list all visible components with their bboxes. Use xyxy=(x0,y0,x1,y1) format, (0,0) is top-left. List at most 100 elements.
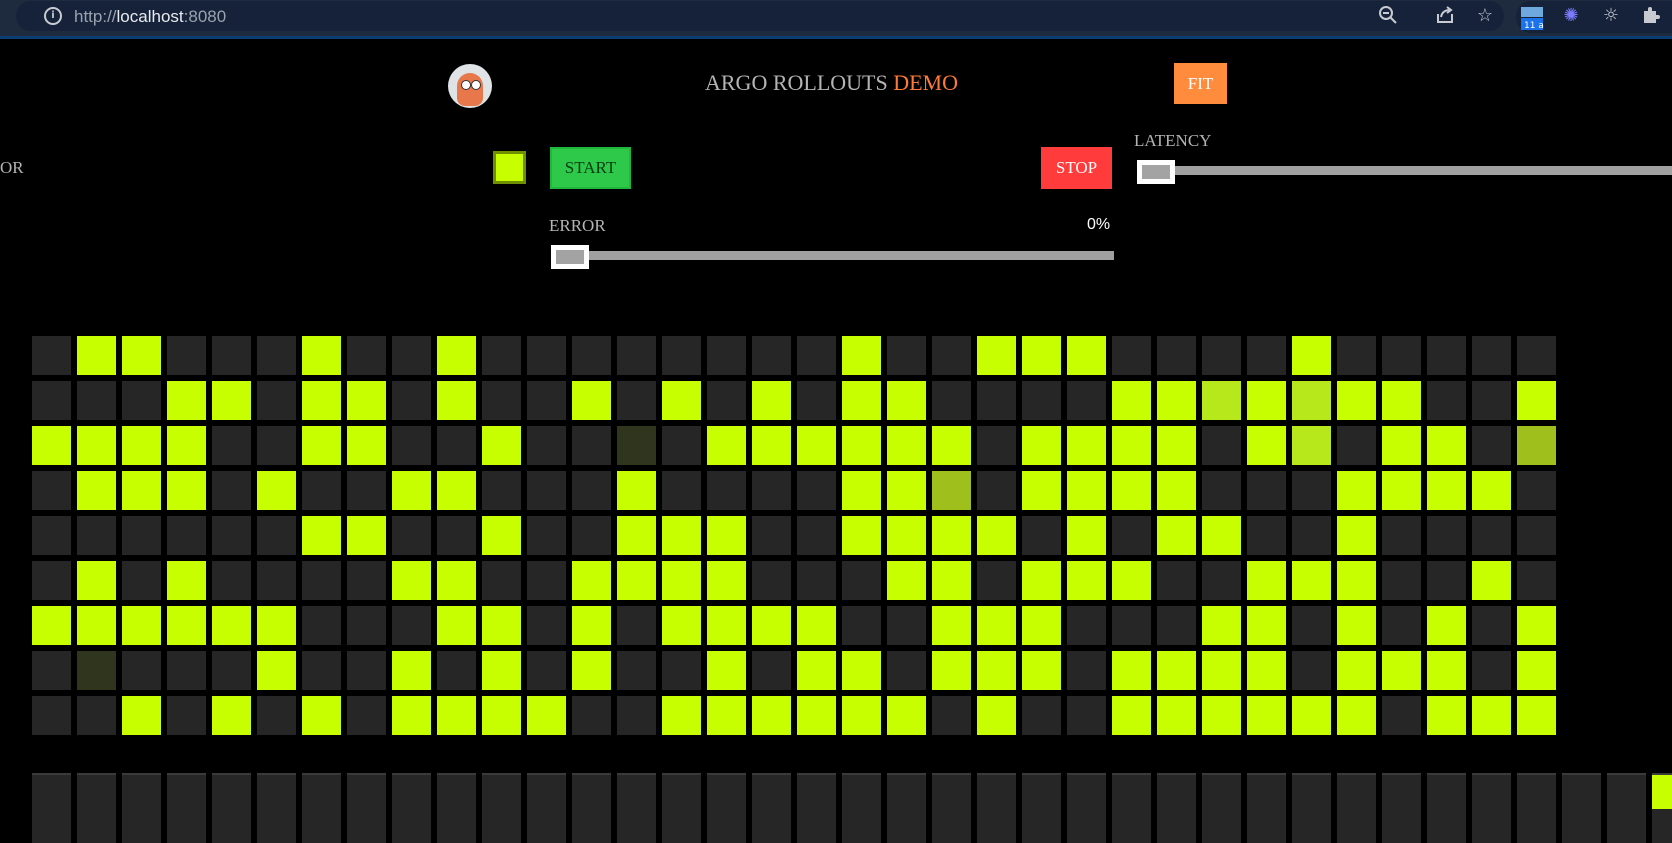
status-bar xyxy=(1292,773,1331,843)
pod-cell xyxy=(527,696,566,735)
pod-cell xyxy=(347,336,386,375)
error-slider-track[interactable] xyxy=(553,251,1114,260)
pod-cell xyxy=(1202,561,1241,600)
pod-cell xyxy=(617,516,656,555)
pod-cell xyxy=(167,696,206,735)
zoom-out-icon[interactable] xyxy=(1377,5,1399,27)
pod-cell xyxy=(932,516,971,555)
pod-cell xyxy=(1292,426,1331,465)
status-bar xyxy=(32,773,71,843)
pod-cell xyxy=(212,561,251,600)
pod-cell xyxy=(1517,471,1556,510)
pod-cell xyxy=(572,426,611,465)
puzzle-icon[interactable] xyxy=(1640,5,1662,27)
pod-cell xyxy=(797,696,836,735)
pod-cell xyxy=(1292,381,1331,420)
pod-cell xyxy=(1427,426,1466,465)
pod-cell xyxy=(437,381,476,420)
pod-cell xyxy=(1427,381,1466,420)
pod-cell xyxy=(1247,696,1286,735)
pod-cell xyxy=(77,471,116,510)
pod-cell xyxy=(1157,426,1196,465)
pod-cell xyxy=(1247,651,1286,690)
share-icon[interactable] xyxy=(1434,5,1456,27)
pod-cell xyxy=(1427,516,1466,555)
pod-cell xyxy=(212,651,251,690)
pod-cell xyxy=(32,381,71,420)
pod-cell xyxy=(797,561,836,600)
pod-cell xyxy=(1112,651,1151,690)
pod-cell xyxy=(887,336,926,375)
pod-cell xyxy=(302,606,341,645)
pod-cell xyxy=(77,426,116,465)
pod-cell xyxy=(932,651,971,690)
pod-cell xyxy=(1427,696,1466,735)
logo-eye xyxy=(461,80,471,90)
pod-cell xyxy=(662,426,701,465)
address-bar[interactable]: i http://localhost:8080 xyxy=(16,1,1504,31)
pod-cell xyxy=(1157,606,1196,645)
pod-cell xyxy=(482,696,521,735)
pod-cell xyxy=(1157,696,1196,735)
sparkle-extension-icon[interactable]: ✺ xyxy=(1560,5,1582,27)
pod-cell xyxy=(482,471,521,510)
pod-cell xyxy=(617,381,656,420)
pod-cell xyxy=(932,606,971,645)
star-icon[interactable]: ☆ xyxy=(1474,5,1496,27)
status-bar xyxy=(1607,773,1646,843)
pod-cell xyxy=(1022,606,1061,645)
pod-cell xyxy=(752,606,791,645)
pod-cell xyxy=(347,471,386,510)
status-bar xyxy=(1382,773,1421,843)
pod-cell xyxy=(977,471,1016,510)
error-slider-thumb[interactable] xyxy=(551,245,589,269)
pod-cell xyxy=(932,696,971,735)
start-button[interactable]: START xyxy=(550,147,631,189)
pod-cell xyxy=(527,561,566,600)
pod-cell xyxy=(527,471,566,510)
calendar-extension-icon[interactable]: 11 a xyxy=(1520,5,1544,31)
fit-button[interactable]: FIT xyxy=(1174,63,1227,104)
sun-extension-icon[interactable]: ☼ xyxy=(1600,5,1622,27)
pod-cell xyxy=(437,516,476,555)
pod-cell xyxy=(887,426,926,465)
pod-cell xyxy=(167,516,206,555)
pod-cell xyxy=(1382,696,1421,735)
pod-cell xyxy=(1157,651,1196,690)
pod-cell xyxy=(77,336,116,375)
pod-cell xyxy=(167,561,206,600)
pod-cell xyxy=(1247,516,1286,555)
svg-text:11 a: 11 a xyxy=(1524,21,1544,31)
pod-cell xyxy=(527,651,566,690)
pod-cell xyxy=(662,561,701,600)
latency-slider-track[interactable] xyxy=(1140,166,1672,175)
pod-cell xyxy=(32,336,71,375)
stop-button[interactable]: STOP xyxy=(1041,147,1112,189)
pod-cell xyxy=(1292,336,1331,375)
pod-cell xyxy=(347,606,386,645)
pod-cell xyxy=(572,471,611,510)
pod-cell xyxy=(212,426,251,465)
pod-cell xyxy=(1292,651,1331,690)
pod-cell xyxy=(977,426,1016,465)
url-text[interactable]: http://localhost:8080 xyxy=(74,7,226,27)
pod-cell xyxy=(482,651,521,690)
pod-cell xyxy=(527,336,566,375)
pod-cell xyxy=(752,381,791,420)
info-icon[interactable]: i xyxy=(44,7,62,25)
pod-cell xyxy=(977,516,1016,555)
latency-slider-thumb[interactable] xyxy=(1137,160,1175,184)
pod-cell xyxy=(392,426,431,465)
status-bar xyxy=(707,773,746,843)
pod-cell xyxy=(527,606,566,645)
status-bar xyxy=(392,773,431,843)
status-bar xyxy=(1652,773,1672,843)
pod-cell xyxy=(1022,336,1061,375)
pod-cell xyxy=(707,651,746,690)
pod-cell xyxy=(1247,336,1286,375)
pod-cell xyxy=(842,381,881,420)
pod-cell xyxy=(842,696,881,735)
color-swatch[interactable] xyxy=(493,151,526,184)
pod-cell xyxy=(1472,426,1511,465)
pod-cell xyxy=(257,336,296,375)
